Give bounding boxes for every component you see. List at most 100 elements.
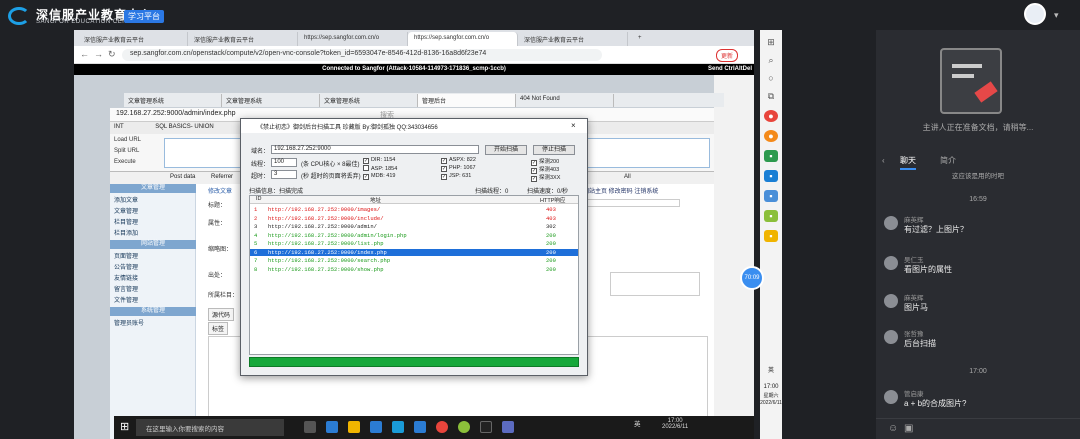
send-ctrlaltdel-button[interactable]: Send CtrlAltDel [707,64,752,75]
nav-page-manage[interactable]: 页面管理 [114,251,138,260]
start-scan-button[interactable]: 开始扫描 [485,145,527,155]
start-icon[interactable]: ⊞ [120,420,129,433]
row-id: 7 [254,257,258,264]
chrome-tab[interactable]: 深信服产业教育云平台 [188,32,298,46]
forward-icon[interactable]: → [94,49,103,59]
platform-badge[interactable]: 学习平台 [124,10,164,23]
table-row[interactable]: 2 http://192.168.27.252:9000/include/403 [250,215,578,223]
column-box[interactable] [610,272,700,296]
app-icon[interactable] [392,421,404,433]
table-row[interactable]: 8 http://192.168.27.252:9000/show.php 200 [250,266,578,274]
app-icon[interactable]: ▪ [764,190,778,202]
nav-article-manage[interactable]: 文章管理 [114,206,138,215]
table-row[interactable]: 3 http://192.168.27.252:9000/admin/302 [250,223,578,231]
tray-lang[interactable]: 英 [634,421,641,428]
windows-taskbar: ⊞ 在这里输入你要搜索的内容 英 17:00 2022/6/11 [114,416,754,439]
image-icon[interactable]: ▣ [904,423,913,434]
chevron-left-icon[interactable]: ‹ [882,156,885,165]
nav-column-manage[interactable]: 栏目管理 [114,217,138,226]
taskbar-clock[interactable]: 17:00 2022/6/11 [662,418,688,430]
load-url-button[interactable]: Load URL [114,137,141,143]
nav-messages[interactable]: 留言管理 [114,284,138,293]
check-mdb[interactable]: ✓ MDB: 419 [363,173,395,180]
post-data-checkbox[interactable]: Post data [170,174,195,180]
split-url-button[interactable]: Split URL [114,148,139,154]
reload-icon[interactable]: ↻ [108,49,116,60]
search-icon[interactable]: ⌕ [764,54,778,66]
folder-icon[interactable]: ▪ [764,230,778,242]
taskview-icon[interactable] [304,421,316,433]
app-icon[interactable]: ▪ [764,150,778,162]
chrome-tab[interactable]: https://sep.sangfor.com.cn/o [298,32,408,46]
doc-line [952,64,982,68]
referrer-checkbox[interactable]: Referrer [211,174,233,180]
table-row[interactable]: 7 http://192.168.27.252:9000/search.php 20… [250,257,578,265]
emoji-icon[interactable]: ☺ [888,423,898,434]
new-tab-icon[interactable]: + [632,32,648,46]
firefox-tab[interactable]: 文章管理系统 [222,94,320,107]
user-avatar[interactable] [1024,3,1046,25]
chevron-down-icon[interactable]: ▾ [1054,10,1059,21]
url-input[interactable]: sep.sangfor.com.cn/openstack/compute/v2/… [122,49,602,61]
app-icon[interactable] [414,421,426,433]
mail-icon[interactable] [370,421,382,433]
thread-input[interactable]: 100 [271,158,297,167]
check-aspx[interactable]: ✓ ASPX: 822 [441,157,476,164]
table-row[interactable]: 6 http://192.168.27.252:9000/index.php 200 [250,248,578,256]
check-3xx[interactable]: ✓ 探测3XX [531,173,560,182]
check-dir[interactable]: ✓ DIR: 1154 [363,157,395,164]
tab-chat[interactable]: 聊天 [900,155,916,170]
session-timer[interactable]: 70:09 [740,266,764,290]
taskbar-search[interactable]: 在这里输入你要搜索的内容 [136,419,284,436]
explorer-icon[interactable] [348,421,360,433]
check-jsp[interactable]: ✓ JSP: 631 [441,173,471,180]
nav-links[interactable]: 友情链接 [114,273,138,282]
windows-icon[interactable]: ⊞ [764,36,778,48]
firefox-tab-active[interactable]: 管理后台 [418,94,516,107]
terminal-icon[interactable] [480,421,492,433]
check-php[interactable]: ✓ PHP: 1067 [441,165,476,172]
edge-icon[interactable] [326,421,338,433]
chrome-icon[interactable] [436,421,448,433]
back-icon[interactable]: ← [80,49,89,59]
table-row[interactable]: 5 http://192.168.27.252:9000/list.php 200 [250,240,578,248]
chrome-tab-active[interactable]: https://sep.sangfor.com.cn/o [408,32,518,46]
top-bar: 深信服产业教育中心 SANGFOR EDUCATION CENTER 学习平台 … [0,0,1080,30]
hackbar-int[interactable]: INT [114,124,124,130]
cortana-icon[interactable]: ○ [764,72,778,84]
tab-intro[interactable]: 简介 [940,155,956,166]
app-icon[interactable]: ▪ [764,210,778,222]
taskview-icon[interactable]: ⧉ [764,90,778,102]
execute-button[interactable]: Execute [114,159,136,165]
close-icon[interactable]: × [571,121,576,130]
app-icon[interactable] [502,421,514,433]
timeout-input[interactable]: 3 [271,170,297,179]
nav-column-add[interactable]: 栏目添加 [114,228,138,237]
table-header: ID 地址 HTTP响应 [250,196,578,204]
table-row[interactable]: 4 http://192.168.27.252:9000/admin/login.… [250,232,578,240]
firefox-tab[interactable]: 文章管理系统 [124,94,222,107]
domain-input[interactable]: 192.168.27.252:9000 [271,145,479,154]
update-button[interactable]: 更新 [716,49,739,62]
stop-scan-button[interactable]: 停止扫描 [533,145,575,155]
chrome-icon[interactable]: ● [764,110,778,122]
editor-source-button[interactable]: 源代码 [208,308,235,321]
cms-sidebar: 文章管理 添加文章 文章管理 栏目管理 栏目添加 网站管理 页面管理 公告管理 … [110,184,196,439]
message-text: a + b的合成图片? [904,399,967,408]
check-asp[interactable]: ASP: 1854 [363,165,397,172]
nav-notice-manage[interactable]: 公告管理 [114,262,138,271]
firefox-icon[interactable]: ● [764,130,778,142]
hackbar-sql-menu[interactable]: SQL BASICS- UNION [155,124,213,130]
editor-tag-button[interactable]: 标签 [208,322,229,335]
app-icon[interactable] [458,421,470,433]
nav-add-article[interactable]: 添加文章 [114,195,138,204]
chrome-tab[interactable]: 深信服产业教育云平台 [518,32,628,46]
table-row[interactable]: 1 http://192.168.27.252:9000/images/403 [250,206,578,214]
firefox-tab[interactable]: 404 Not Found [516,94,614,107]
nav-files[interactable]: 文件管理 [114,295,138,304]
firefox-tab[interactable]: 文章管理系统 [320,94,418,107]
chrome-tab[interactable]: 深信服产业教育云平台 [78,32,188,46]
nav-admin-account[interactable]: 管理员账号 [114,318,144,327]
firefox-url[interactable]: 192.168.27.252:9000/admin/index.php [116,110,236,117]
app-icon[interactable]: ▪ [764,170,778,182]
